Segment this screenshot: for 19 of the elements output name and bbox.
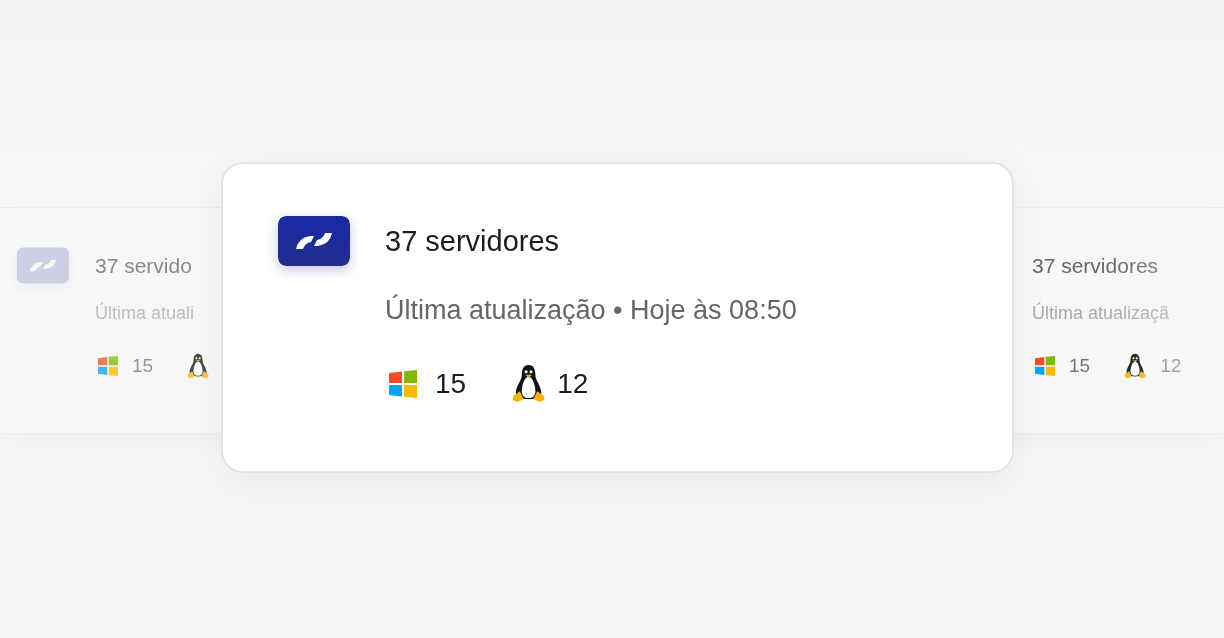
windows-icon	[1035, 356, 1055, 376]
linux-count: 12	[557, 367, 589, 400]
last-update: Última atualizaçã	[1032, 302, 1171, 324]
linux-count: 12	[1160, 355, 1182, 377]
windows-count: 15	[1069, 355, 1091, 377]
penguin-icon	[1124, 353, 1147, 379]
windows-icon	[98, 356, 118, 376]
penguin-icon	[512, 364, 546, 403]
last-update: Última atuali	[95, 302, 196, 324]
windows-icon	[389, 369, 417, 398]
windows-count: 15	[435, 367, 467, 400]
logo-icon	[278, 216, 350, 266]
server-count: 37 servido	[95, 254, 193, 278]
logo-icon	[17, 247, 69, 284]
windows-count: 15	[132, 355, 154, 377]
last-update: Última atualização • Hoje às 08:50	[385, 294, 797, 326]
penguin-icon	[187, 353, 210, 379]
server-count: 37 servidores	[1032, 254, 1160, 278]
server-count: 37 servidores	[385, 224, 561, 258]
